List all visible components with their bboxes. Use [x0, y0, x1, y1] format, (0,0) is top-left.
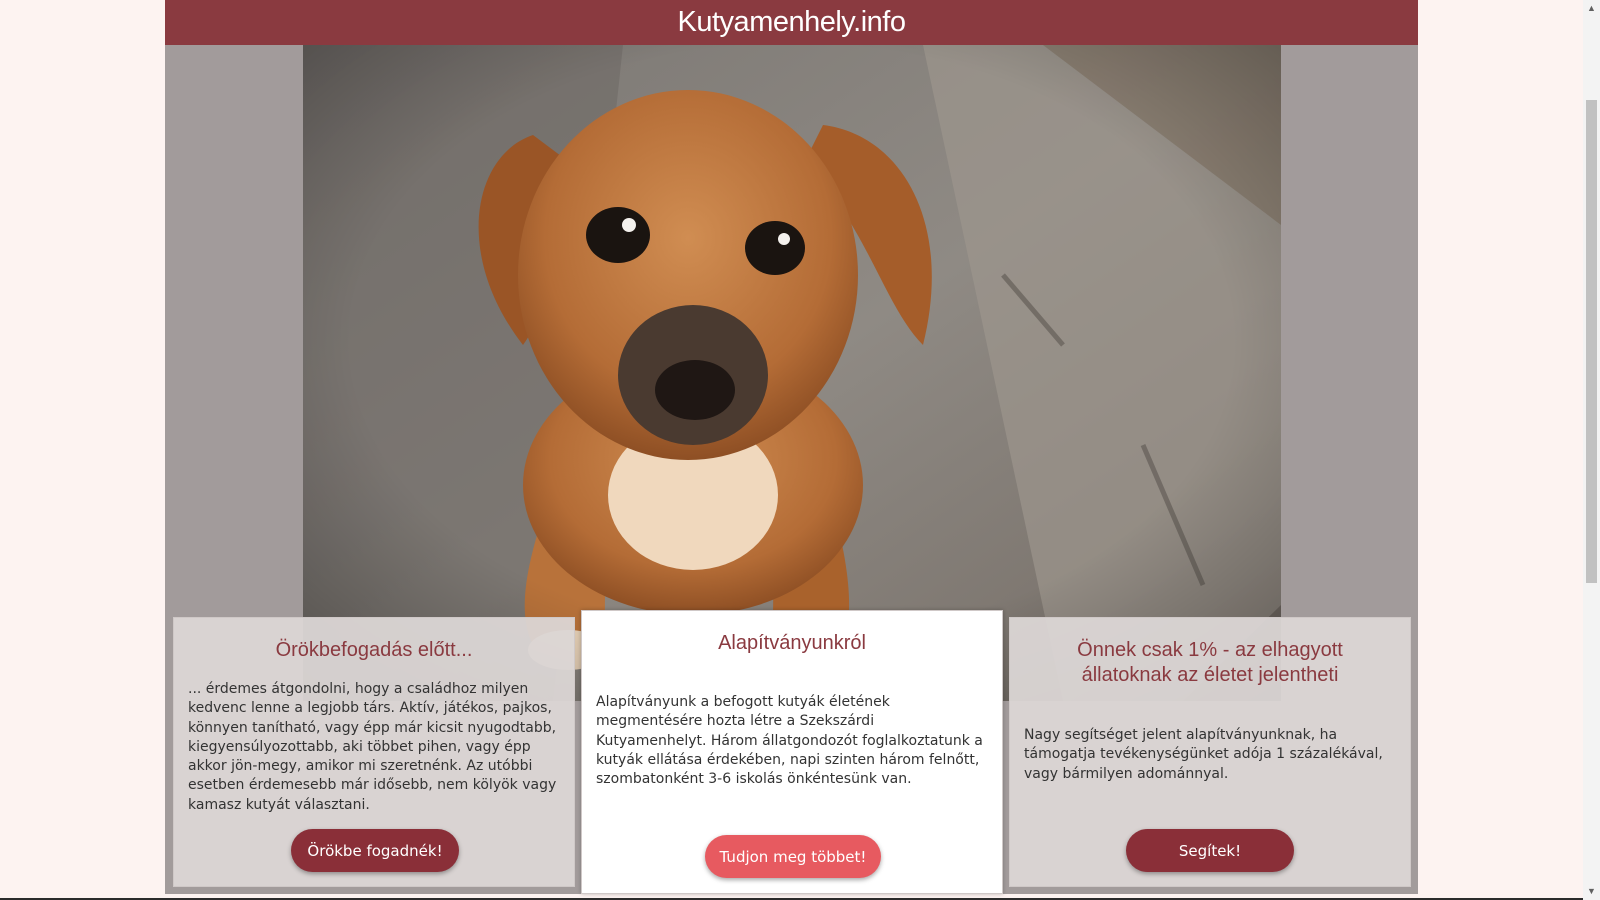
- learn-more-button[interactable]: Tudjon meg többet!: [705, 835, 881, 878]
- page-container: Kutyamenhely.info Örökbefogadás előtt...…: [165, 0, 1418, 894]
- about-card: Alapítványunkról Alapítványunk a befogot…: [581, 610, 1003, 894]
- scrollbar-thumb[interactable]: [1586, 100, 1597, 583]
- about-card-text: Alapítványunk a befogott kutyák életének…: [596, 694, 983, 788]
- adoption-card-text: ... érdemes átgondolni, hogy a családhoz…: [188, 681, 557, 813]
- support-card: Önnek csak 1% - az elhagyott állatoknak …: [1009, 617, 1411, 887]
- adoption-card: Örökbefogadás előtt... ... érdemes átgon…: [173, 617, 575, 887]
- support-card-text: Nagy segítséget jelent alapítványunknak,…: [1024, 727, 1383, 782]
- scroll-up-arrow-icon[interactable]: ▲: [1583, 0, 1600, 17]
- adopt-button[interactable]: Örökbe fogadnék!: [291, 829, 459, 872]
- adoption-card-title: Örökbefogadás előtt...: [275, 639, 473, 661]
- scroll-down-arrow-icon[interactable]: ▼: [1583, 883, 1600, 900]
- about-card-title: Alapítványunkról: [718, 632, 866, 654]
- hero-image: [303, 45, 1281, 701]
- vertical-scrollbar[interactable]: ▲ ▼: [1583, 0, 1600, 900]
- support-card-title: Önnek csak 1% - az elhagyott állatoknak …: [1077, 639, 1343, 686]
- site-title[interactable]: Kutyamenhely.info: [678, 0, 906, 45]
- help-button[interactable]: Segítek!: [1126, 829, 1294, 872]
- site-header: Kutyamenhely.info: [165, 0, 1418, 45]
